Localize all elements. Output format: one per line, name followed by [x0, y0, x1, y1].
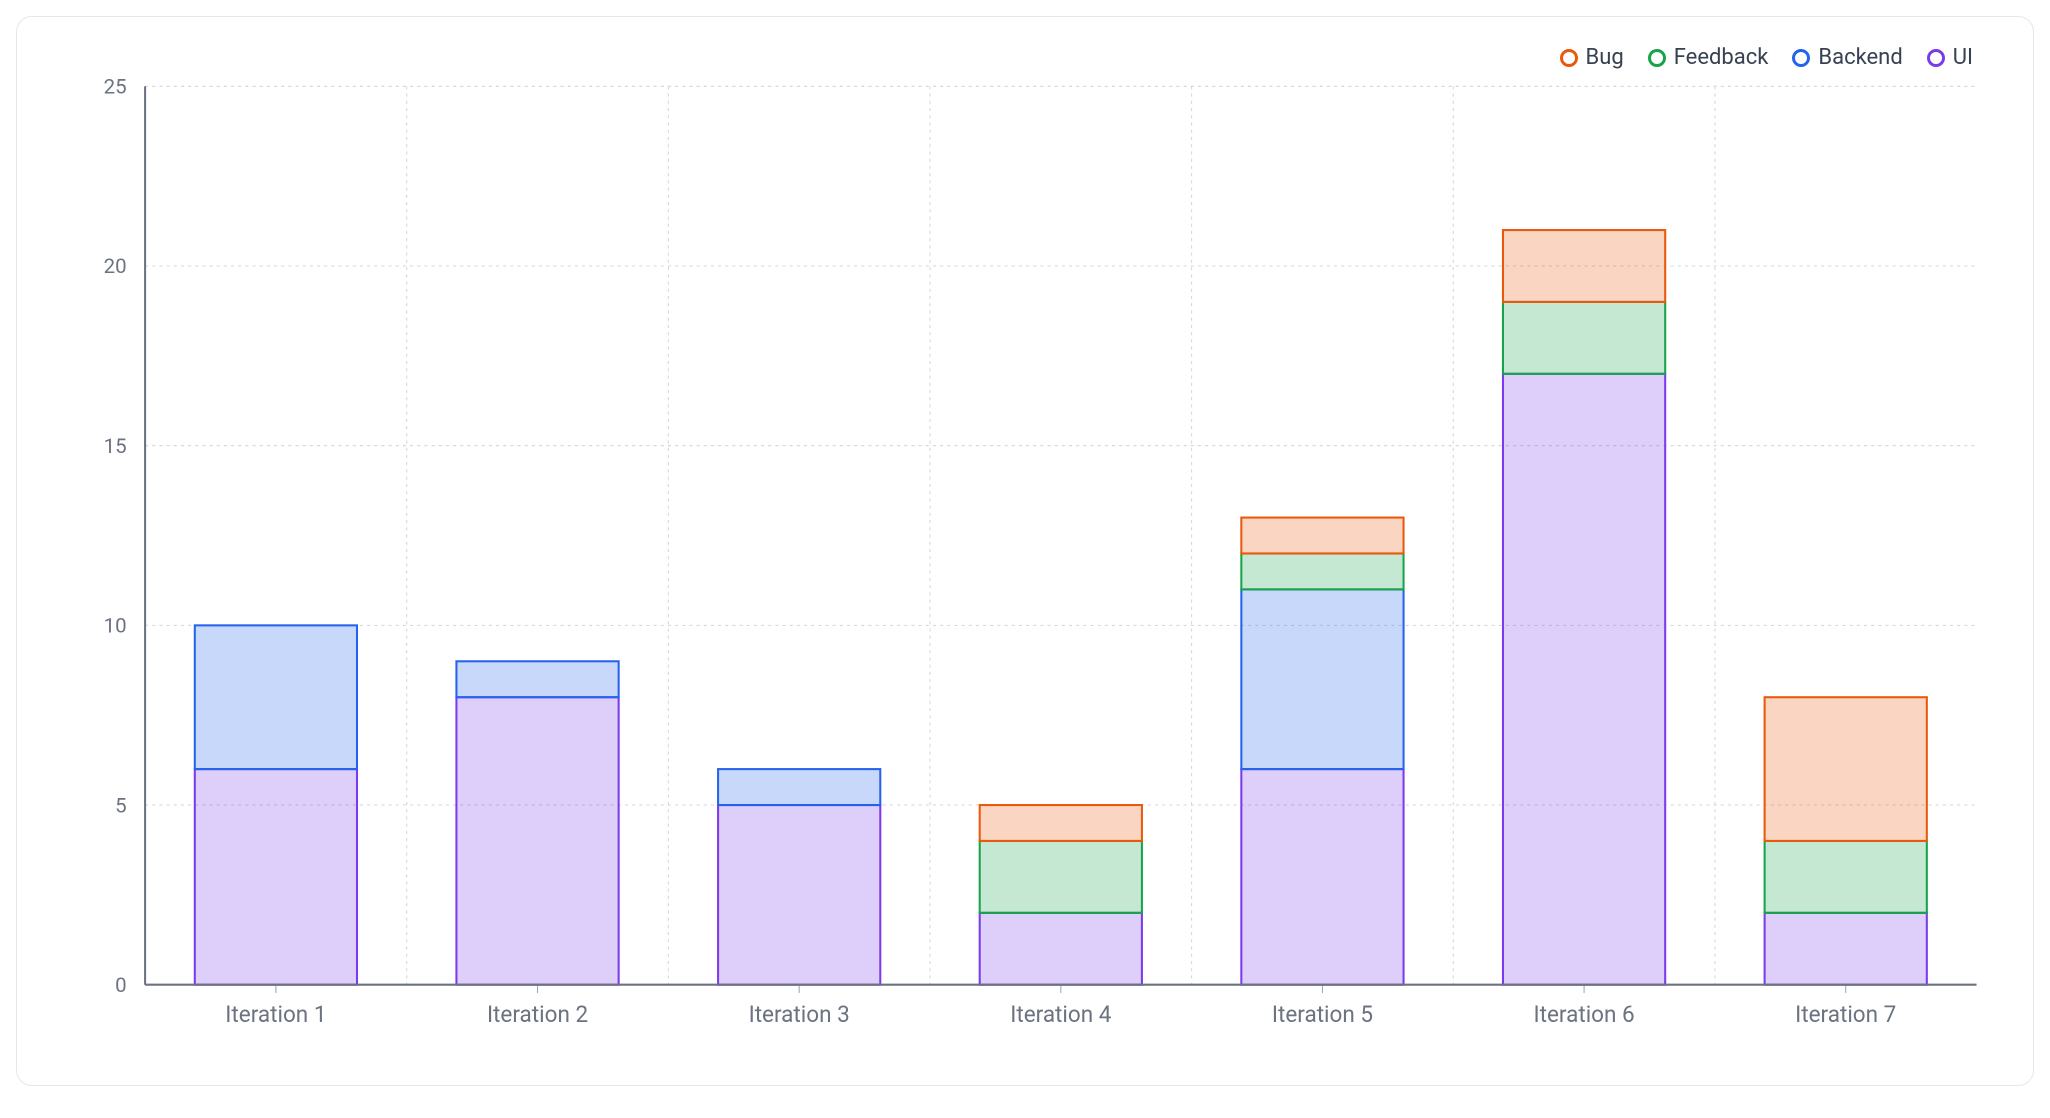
bar-segment-backend [1241, 589, 1403, 769]
legend-item-backend[interactable]: Backend [1792, 45, 1902, 70]
bar-segment-ui [718, 805, 880, 985]
bar-segment-backend [456, 661, 618, 697]
x-tick-label: Iteration 5 [1272, 1001, 1373, 1028]
legend: Bug Feedback Backend UI [53, 45, 1997, 76]
legend-swatch-icon [1927, 49, 1945, 67]
chart-card: Bug Feedback Backend UI 0 5 10 15 20 25 Iteration… [16, 16, 2034, 1086]
y-tick-label: 20 [104, 255, 127, 279]
legend-label: UI [1953, 45, 1973, 70]
y-tick-label: 15 [104, 435, 127, 459]
legend-swatch-icon [1792, 49, 1810, 67]
legend-item-bug[interactable]: Bug [1560, 45, 1624, 70]
bar-segment-bug [1503, 230, 1665, 302]
bar-segment-ui [456, 697, 618, 984]
x-tick-label: Iteration 1 [225, 1001, 326, 1028]
bar-segment-backend [718, 769, 880, 805]
bar-segment-feedback [980, 841, 1142, 913]
x-tick-label: Iteration 7 [1795, 1001, 1896, 1028]
bar-segment-ui [980, 913, 1142, 985]
bar-segment-backend [195, 625, 357, 769]
y-tick-label: 10 [104, 615, 127, 639]
bar-segment-ui [1241, 769, 1403, 985]
legend-swatch-icon [1648, 49, 1666, 67]
bar-segment-ui [195, 769, 357, 985]
bar-segment-feedback [1765, 841, 1927, 913]
x-tick-label: Iteration 2 [487, 1001, 588, 1028]
legend-item-ui[interactable]: UI [1927, 45, 1973, 70]
bar-segment-ui [1765, 913, 1927, 985]
bar-segment-bug [1765, 697, 1927, 841]
y-tick-label: 25 [104, 76, 127, 100]
chart-area: 0 5 10 15 20 25 Iteration 1 Iteration 2 Iteratio… [53, 76, 1997, 1057]
legend-swatch-icon [1560, 49, 1578, 67]
y-tick-label: 0 [115, 974, 127, 998]
legend-label: Backend [1818, 45, 1902, 70]
x-tick-label: Iteration 4 [1010, 1001, 1111, 1028]
y-tick-label: 5 [115, 794, 127, 818]
legend-item-feedback[interactable]: Feedback [1648, 45, 1769, 70]
bar-segment-feedback [1503, 302, 1665, 374]
stacked-bar-chart: 0 5 10 15 20 25 Iteration 1 Iteration 2 Iteratio… [53, 76, 1997, 1057]
bar-segment-feedback [1241, 553, 1403, 589]
legend-label: Feedback [1674, 45, 1769, 70]
bar-segment-bug [1241, 518, 1403, 554]
bar-segment-bug [980, 805, 1142, 841]
x-tick-label: Iteration 6 [1533, 1001, 1634, 1028]
bar-segment-ui [1503, 374, 1665, 985]
legend-label: Bug [1586, 45, 1624, 70]
x-tick-label: Iteration 3 [749, 1001, 850, 1028]
